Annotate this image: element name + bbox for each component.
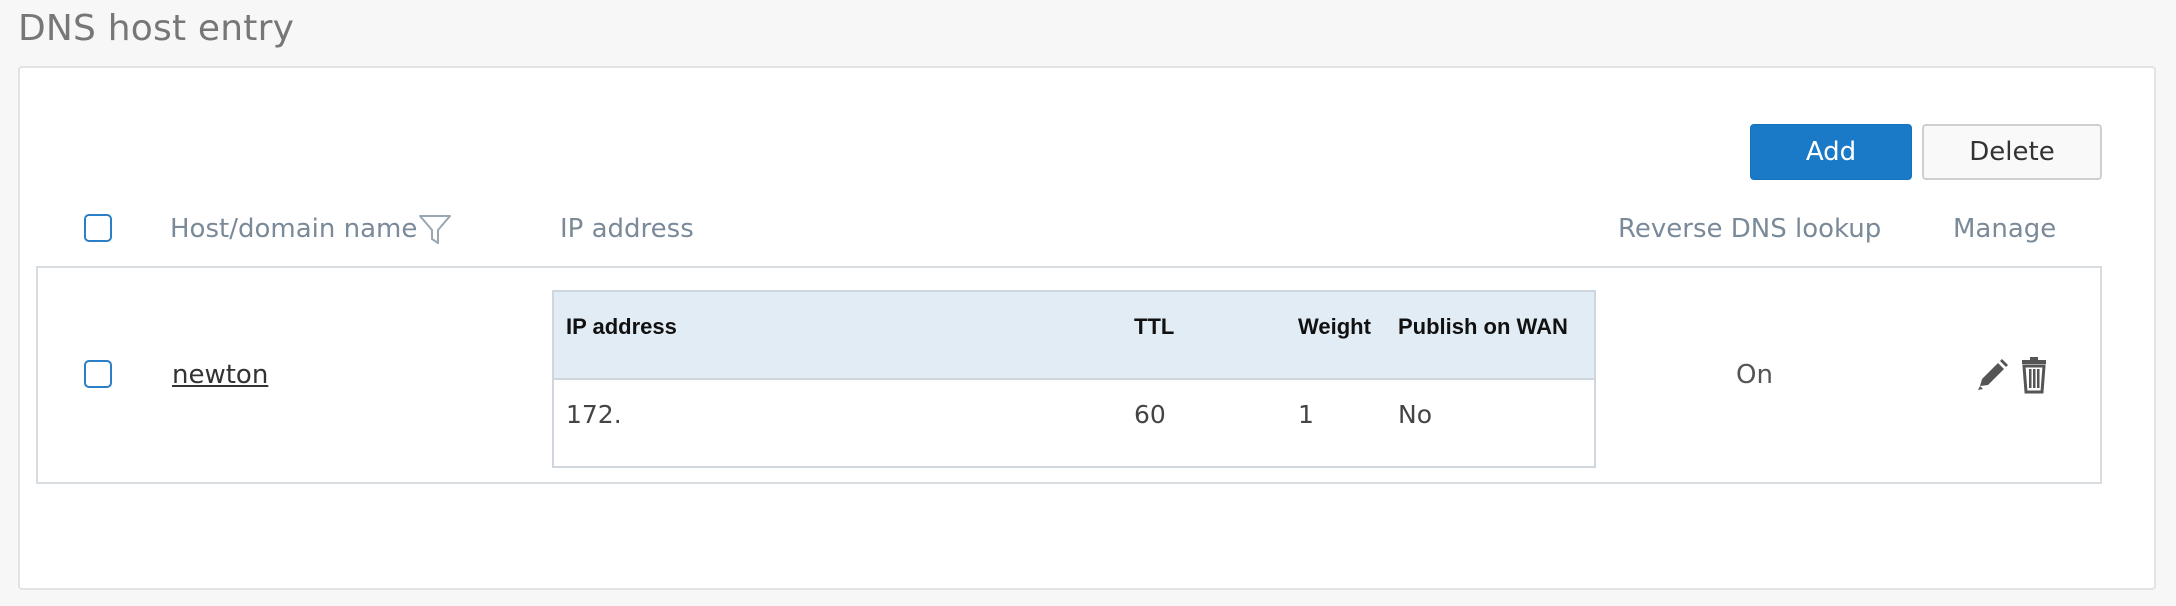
ttl-value: 60 bbox=[1134, 400, 1166, 429]
weight-value: 1 bbox=[1298, 400, 1314, 429]
ip-table-header-ttl: TTL bbox=[1134, 314, 1175, 339]
publish-value: No bbox=[1398, 400, 1432, 429]
ip-table-header: IP address TTL Weight Publish on WAN bbox=[554, 292, 1594, 380]
reverse-dns-value: On bbox=[1736, 360, 1773, 390]
pencil-icon[interactable] bbox=[1974, 356, 2010, 394]
row-checkbox[interactable] bbox=[84, 360, 112, 388]
column-header-host: Host/domain name bbox=[170, 214, 418, 244]
page-title: DNS host entry bbox=[18, 8, 295, 49]
select-all-checkbox[interactable] bbox=[84, 214, 112, 242]
column-header-reverse-dns: Reverse DNS lookup bbox=[1618, 214, 1882, 244]
delete-button[interactable]: Delete bbox=[1922, 124, 2102, 180]
ip-value: 172. bbox=[566, 400, 622, 429]
ip-address-table: IP address TTL Weight Publish on WAN 172… bbox=[552, 290, 1596, 468]
host-name-link[interactable]: newton bbox=[172, 360, 268, 390]
column-header-ip: IP address bbox=[560, 214, 694, 244]
column-header-manage: Manage bbox=[1953, 214, 2057, 244]
ip-table-header-ip: IP address bbox=[566, 314, 677, 339]
ip-table-header-publish: Publish on WAN bbox=[1398, 314, 1568, 339]
ip-table-header-weight: Weight bbox=[1298, 314, 1371, 339]
add-button[interactable]: Add bbox=[1750, 124, 1912, 180]
trash-icon[interactable] bbox=[2016, 356, 2052, 394]
filter-icon[interactable] bbox=[418, 214, 452, 246]
